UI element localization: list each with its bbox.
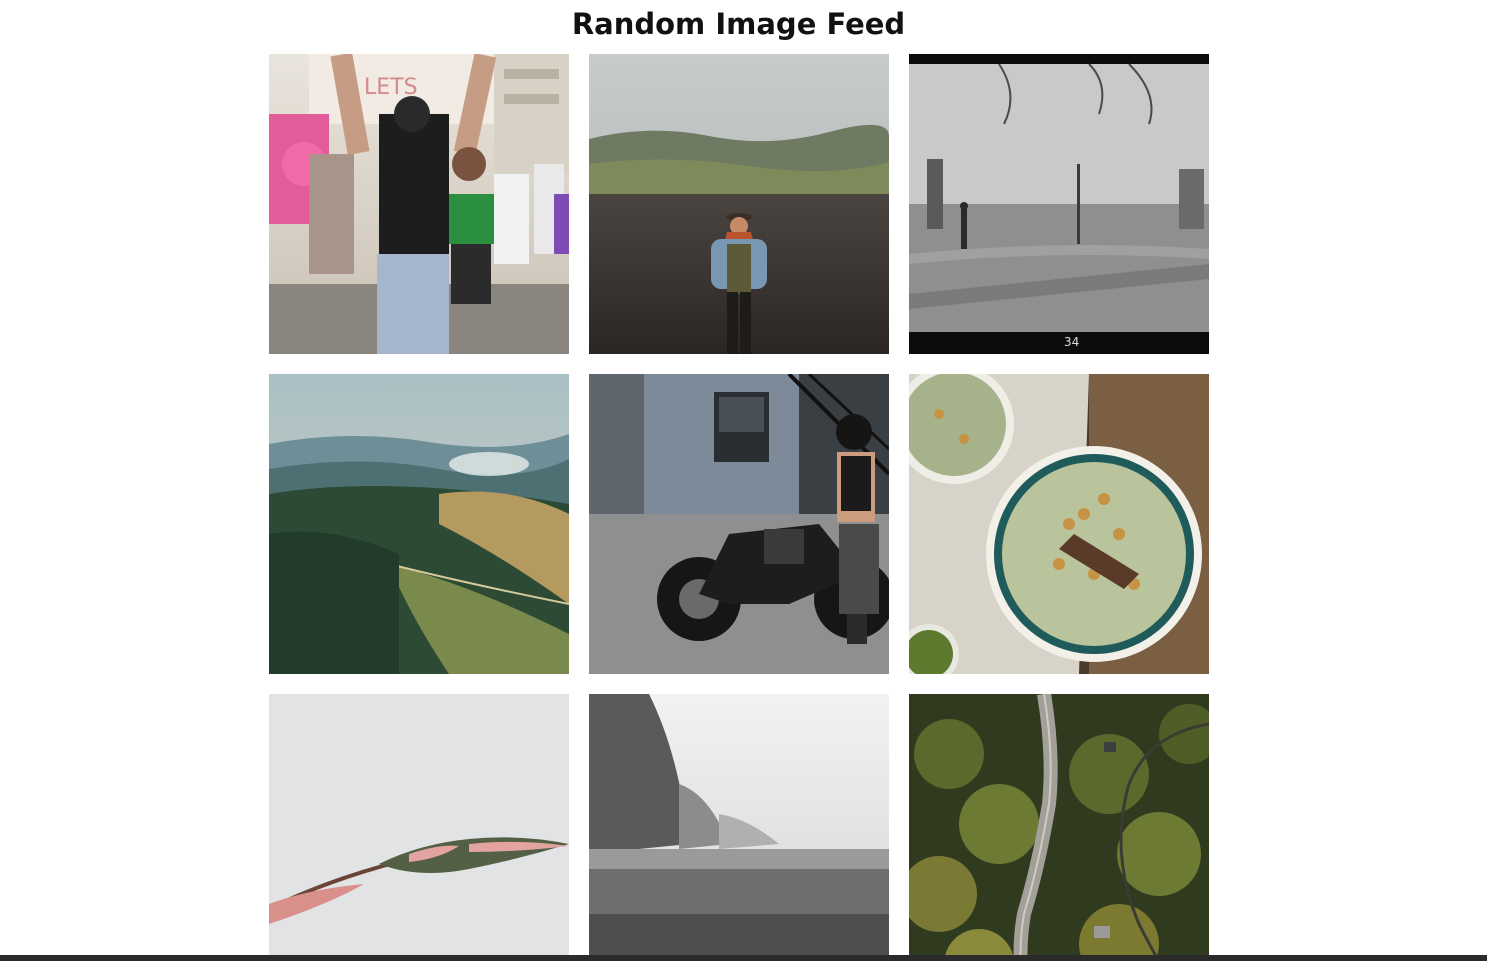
feed-image-motorcycle[interactable]: [589, 374, 889, 674]
bottom-scrollbar[interactable]: [0, 955, 1487, 961]
feed-image-forest-road[interactable]: [909, 694, 1209, 961]
feed-image-soup-bowls[interactable]: [909, 374, 1209, 674]
feed-image-forest-hills[interactable]: [269, 374, 569, 674]
page-title: Random Image Feed: [571, 7, 906, 41]
feed-image-pink-leaf[interactable]: [269, 694, 569, 961]
feed-image-parade[interactable]: LETS: [269, 54, 569, 354]
feed-image-ruined-city[interactable]: 34: [909, 54, 1209, 354]
feed-image-misty-cliffs[interactable]: [589, 694, 889, 961]
svg-text:34: 34: [1064, 335, 1079, 349]
feed-image-field-woman[interactable]: [589, 54, 889, 354]
image-feed-grid: LETS 34: [269, 54, 1209, 961]
